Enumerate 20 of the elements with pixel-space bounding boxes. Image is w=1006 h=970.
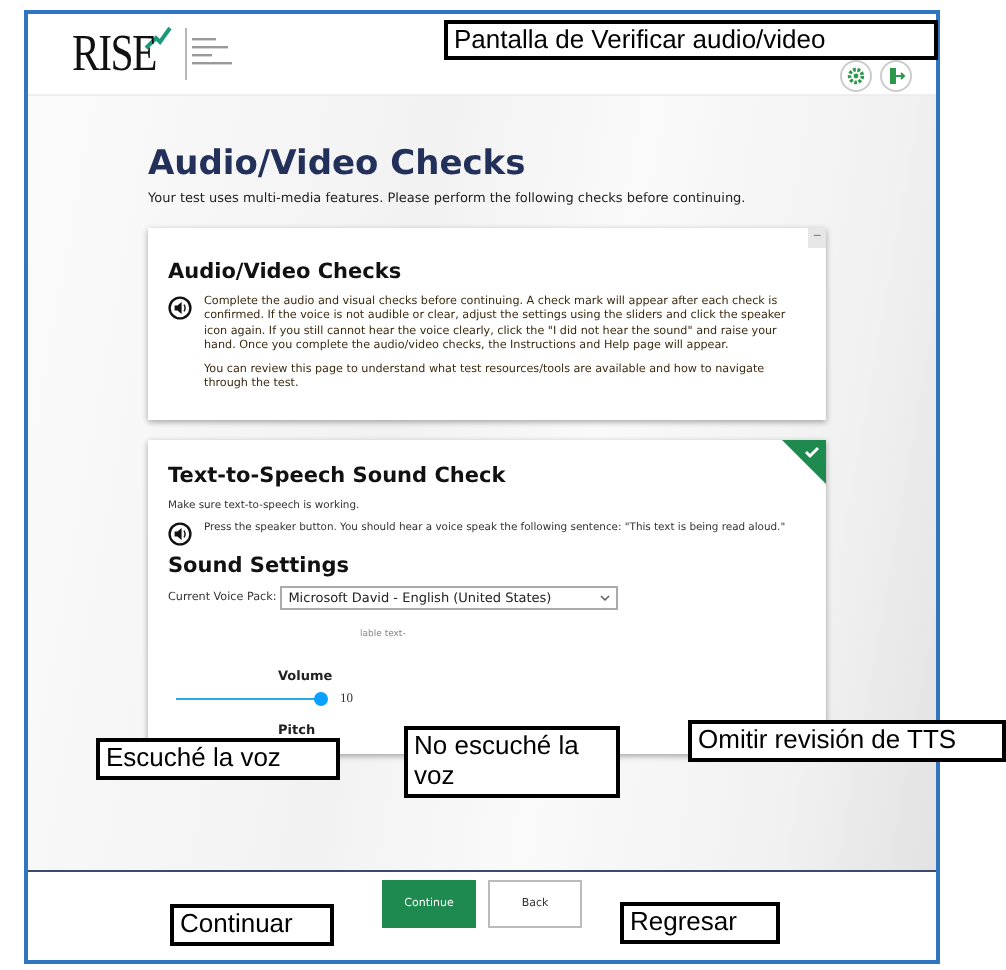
settings-icon (846, 66, 866, 86)
callout-label: Continuar (170, 904, 334, 946)
exit-button[interactable] (880, 60, 912, 92)
speaker-icon[interactable] (168, 521, 192, 546)
page-title: Audio/Video Checks (148, 144, 528, 184)
caret-icon (599, 593, 610, 602)
exit-icon (886, 66, 906, 86)
logo: RISE (72, 28, 156, 80)
callout-label: Regresar (620, 902, 780, 944)
card-title: Text-to-Speech Sound Check (168, 463, 508, 488)
callout-label: Pantalla de Verificar audio/video (444, 20, 938, 60)
section-title: Sound Settings (168, 553, 351, 578)
slider-thumb[interactable] (314, 691, 328, 706)
speaker-icon[interactable] (168, 296, 192, 320)
callout-label: Omitir revisión de TTS (688, 720, 1006, 762)
settings-button[interactable] (840, 60, 872, 92)
callout-label: No escuché la voz (404, 726, 620, 798)
callout-label: Escuché la voz (96, 738, 340, 780)
tagline-drawing (184, 28, 237, 80)
card-title: Audio/Video Checks (168, 260, 404, 284)
